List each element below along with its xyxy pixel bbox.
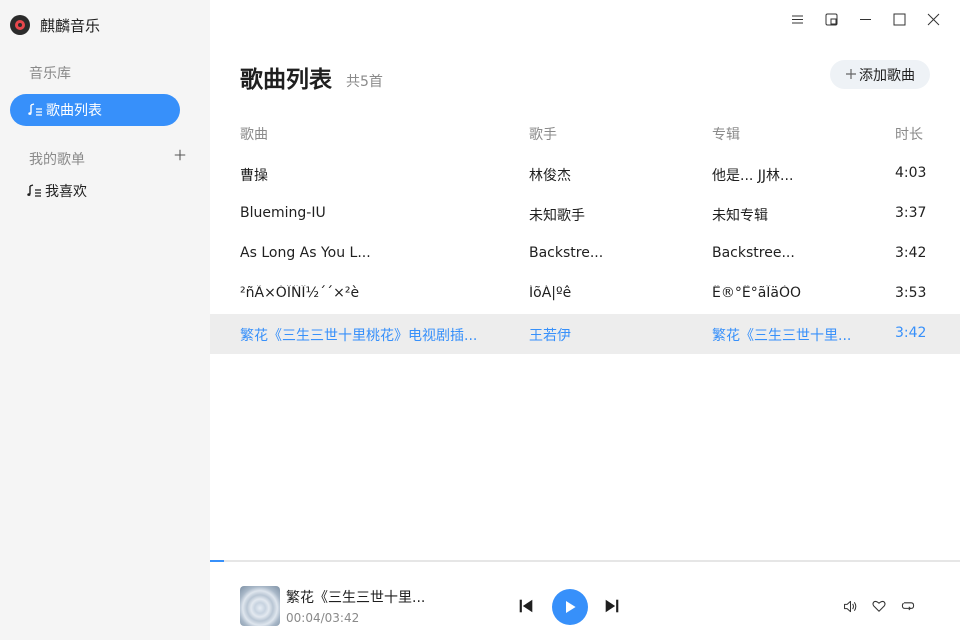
player-bar: 繁花《三生三世十里... 00:04/03:42 <box>210 562 960 640</box>
song-duration: 3:42 <box>895 245 927 261</box>
table-row[interactable]: As Long As You L... Backstre... Backstre… <box>210 234 960 274</box>
column-header-artist[interactable]: 歌手 <box>529 124 679 144</box>
song-artist: 林俊杰 <box>529 168 571 184</box>
add-song-label: 添加歌曲 <box>859 67 915 84</box>
next-button[interactable] <box>602 596 622 616</box>
sidebar-item-label: 我喜欢 <box>45 184 87 200</box>
app-header: 麒麟音乐 <box>10 13 100 37</box>
favorite-button[interactable] <box>869 596 889 616</box>
song-album: Ê®°Ë°ãÎäÒÕ <box>712 285 802 301</box>
play-button[interactable] <box>552 589 588 625</box>
now-playing-time: 00:04/03:42 <box>286 611 360 625</box>
song-album: 未知专辑 <box>712 208 768 224</box>
song-artist: Backstre... <box>529 245 604 261</box>
add-song-button[interactable]: 添加歌曲 <box>830 60 930 89</box>
song-album: 他是... JJ林... <box>712 168 794 184</box>
sidebar-section-library: 音乐库 <box>29 66 71 82</box>
song-duration: 3:42 <box>895 325 927 341</box>
app-logo-icon <box>10 15 30 35</box>
song-title: 繁花《三生三世十里桃花》电视剧插... <box>240 328 478 344</box>
maximize-icon[interactable] <box>882 8 916 30</box>
song-artist: ÍõÁ|ºê <box>529 285 572 301</box>
song-table-header: 歌曲 歌手 专辑 时长 <box>210 124 960 146</box>
song-count: 共5首 <box>346 74 383 90</box>
sidebar-item-song-list[interactable]: 歌曲列表 <box>10 94 180 126</box>
song-duration: 3:37 <box>895 205 927 221</box>
close-icon[interactable] <box>916 8 950 30</box>
page-title: 歌曲列表 <box>240 67 332 93</box>
now-playing-title: 繁花《三生三世十里... <box>286 590 426 606</box>
song-title: ²ñÃ×ÓÎÑÎ½´´×²è <box>240 285 360 301</box>
column-header-title[interactable]: 歌曲 <box>240 124 500 144</box>
play-icon <box>566 601 576 613</box>
song-title: As Long As You L... <box>240 245 371 261</box>
loop-button[interactable] <box>898 596 918 616</box>
heart-icon <box>872 600 886 612</box>
window-controls <box>780 8 950 30</box>
song-album: Backstree... <box>712 245 795 261</box>
volume-button[interactable] <box>840 596 860 616</box>
table-row[interactable]: Blueming-IU 未知歌手 未知专辑 3:37 <box>210 194 960 234</box>
song-duration: 3:53 <box>895 285 927 301</box>
minimize-icon[interactable] <box>848 8 882 30</box>
column-header-duration[interactable]: 时长 <box>895 124 945 144</box>
volume-icon <box>843 600 856 612</box>
song-duration: 4:03 <box>895 165 927 181</box>
table-row-playing[interactable]: 繁花《三生三世十里桃花》电视剧插... 王若伊 繁花《三生三世十里... 3:4… <box>210 314 960 354</box>
song-artist: 王若伊 <box>529 328 571 344</box>
column-header-album[interactable]: 专辑 <box>712 124 872 144</box>
next-icon <box>605 599 619 613</box>
menu-icon[interactable] <box>780 8 814 30</box>
previous-button[interactable] <box>516 596 536 616</box>
music-list-icon <box>28 103 44 117</box>
song-title: 曹操 <box>240 168 268 184</box>
sidebar: 麒麟音乐 音乐库 歌曲列表 我的歌单 我喜欢 <box>0 0 210 640</box>
loop-icon <box>901 602 915 611</box>
song-artist: 未知歌手 <box>529 208 585 224</box>
sidebar-item-label: 歌曲列表 <box>46 103 102 119</box>
previous-icon <box>519 599 533 613</box>
song-album: 繁花《三生三世十里... <box>712 328 852 344</box>
add-playlist-icon[interactable] <box>172 148 188 164</box>
table-row[interactable]: ²ñÃ×ÓÎÑÎ½´´×²è ÍõÁ|ºê Ê®°Ë°ãÎäÒÕ 3:53 <box>210 274 960 314</box>
table-row[interactable]: 曹操 林俊杰 他是... JJ林... 4:03 <box>210 154 960 194</box>
song-title: Blueming-IU <box>240 205 326 221</box>
plus-icon <box>845 65 857 84</box>
app-title: 麒麟音乐 <box>40 16 101 35</box>
sidebar-section-my-lists: 我的歌单 <box>29 152 85 168</box>
music-list-icon <box>27 184 43 198</box>
album-cover[interactable] <box>240 586 280 626</box>
sidebar-item-favorites[interactable]: 我喜欢 <box>27 180 87 202</box>
mini-mode-icon[interactable] <box>814 8 848 30</box>
